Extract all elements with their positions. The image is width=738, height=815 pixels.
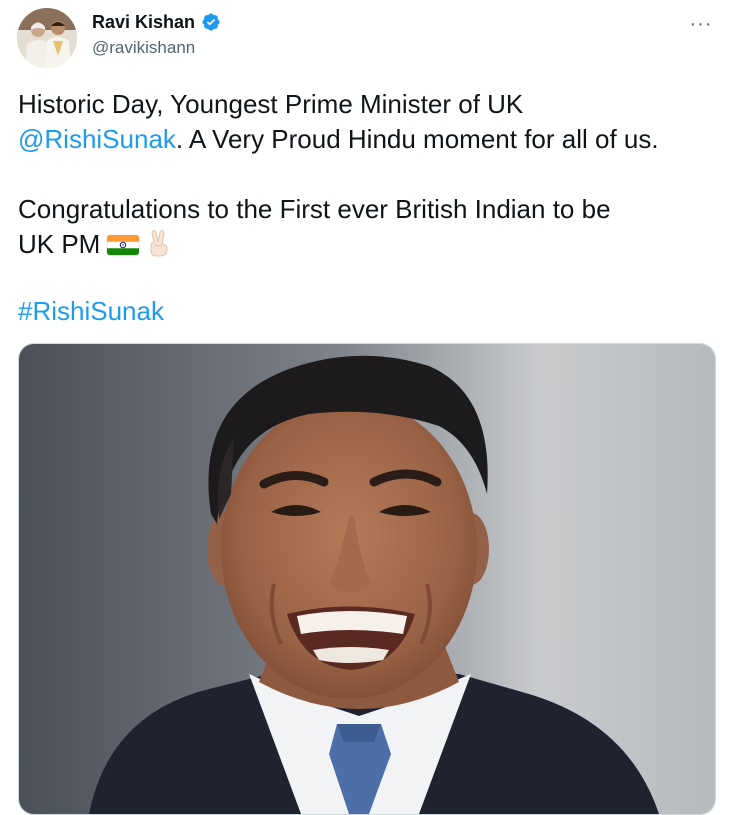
mention-link[interactable]: @RishiSunak — [18, 124, 176, 154]
victory-hand-emoji — [146, 229, 172, 265]
tweet-text-line: Congratulations to the First ever Britis… — [18, 194, 611, 224]
india-flag-emoji — [106, 231, 140, 265]
tweet-card: Ravi Kishan @ravikishann ··· Historic Da… — [0, 0, 738, 815]
tweet-text-segment: UK PM — [18, 229, 101, 259]
tweet-text-segment: . A Very Proud Hindu moment for all of u… — [175, 124, 659, 154]
author-display-name[interactable]: Ravi Kishan — [92, 11, 195, 33]
tweet-photo[interactable] — [18, 343, 716, 815]
tweet-text-line: Historic Day, Youngest Prime Minister of… — [18, 89, 524, 119]
more-options-button[interactable]: ··· — [686, 10, 716, 38]
tweet-text-line: UK PM — [18, 227, 723, 265]
portrait-photo — [19, 344, 715, 814]
author-handle[interactable]: @ravikishann — [92, 37, 195, 59]
author-name-row: Ravi Kishan — [92, 11, 221, 33]
hashtag-line: #RishiSunak — [18, 294, 723, 328]
hashtag-link[interactable]: #RishiSunak — [18, 296, 164, 326]
verified-badge-icon — [201, 12, 221, 32]
tweet-text-line: @RishiSunak. A Very Proud Hindu moment f… — [18, 122, 723, 156]
author-avatar[interactable] — [17, 8, 77, 68]
more-horizontal-icon: ··· — [689, 13, 713, 35]
